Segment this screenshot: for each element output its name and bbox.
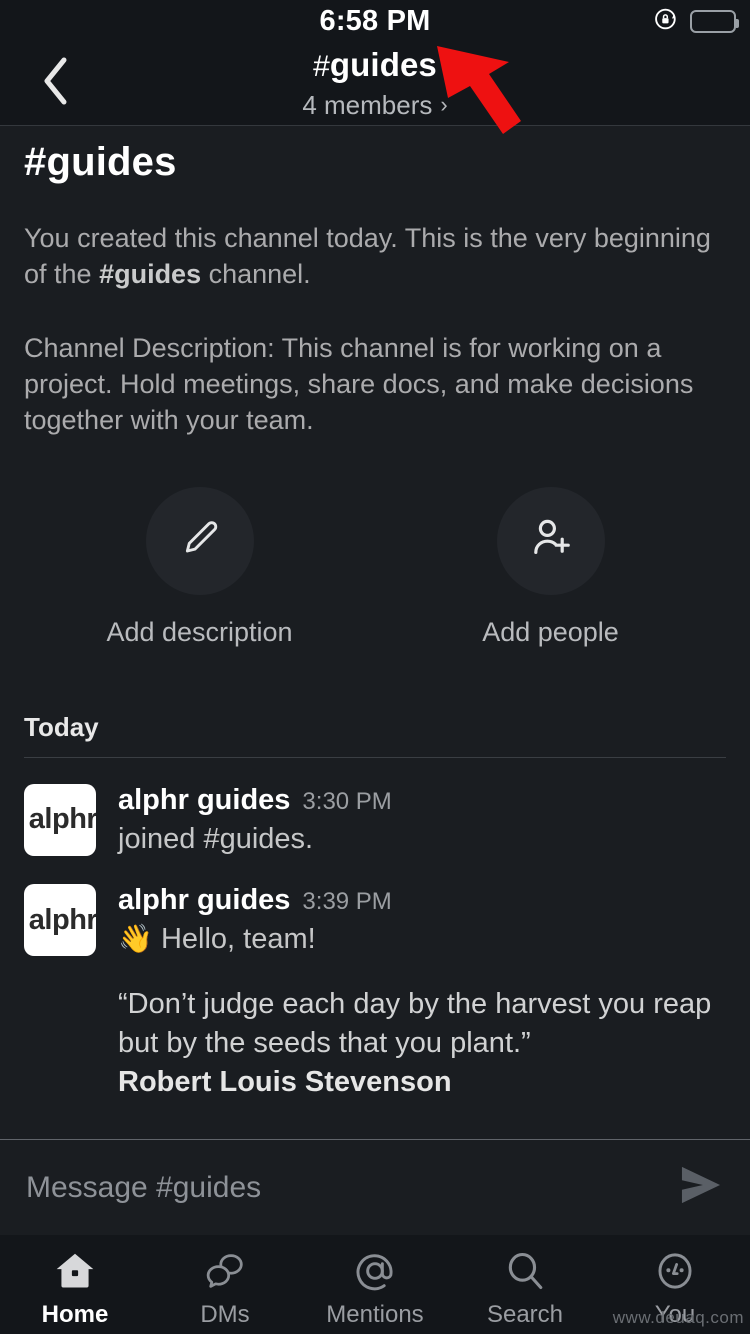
channel-title[interactable]: #guides <box>302 48 447 82</box>
nav-label-mentions: Mentions <box>326 1301 424 1328</box>
message-header: alphr guides 3:30 PM <box>118 784 726 817</box>
nav-label-dms: DMs <box>200 1301 250 1328</box>
members-count-label: 4 members <box>302 89 433 120</box>
intro-channel-mention: #guides <box>99 258 202 289</box>
home-icon <box>52 1247 98 1295</box>
message-text: 👋 Hello, team! <box>118 921 726 959</box>
intro-text-after: channel. <box>201 258 311 289</box>
slack-channel-screen: 6:58 PM #guides 4 members › #guides You … <box>0 0 750 1334</box>
channel-header: #guides 4 members › <box>0 42 750 126</box>
send-arrow-icon[interactable] <box>678 1165 724 1210</box>
message-quote: “Don’t judge each day by the harvest you… <box>118 985 726 1102</box>
channel-intro-heading: #guides <box>24 140 177 184</box>
message-timestamp: 3:39 PM <box>302 888 392 916</box>
message-input[interactable]: Message #guides <box>26 1171 678 1205</box>
nav-item-dms[interactable]: DMs <box>150 1247 300 1329</box>
avatar-text: alphr <box>28 903 96 936</box>
dms-icon <box>202 1247 248 1295</box>
channel-header-center[interactable]: #guides 4 members › <box>302 48 447 118</box>
add-description-button[interactable]: Add description <box>24 486 375 648</box>
rotation-lock-icon <box>652 5 680 38</box>
add-description-label: Add description <box>106 616 293 647</box>
add-person-icon <box>527 514 575 567</box>
wave-emoji: 👋 <box>118 923 153 955</box>
avatar[interactable]: alphr <box>24 884 96 957</box>
channel-description-paragraph: Channel Description: This channel is for… <box>24 332 694 435</box>
pencil-icon <box>177 515 223 566</box>
message-greeting-text: Hello, team! <box>160 923 316 956</box>
message-row[interactable]: alphr alphr guides 3:39 PM 👋 Hello, team… <box>24 884 726 1102</box>
message-text: joined #guides. <box>118 822 314 855</box>
avatar-text: alphr <box>28 803 96 836</box>
add-description-circle <box>145 486 254 595</box>
hash-symbol: # <box>313 49 330 83</box>
add-people-button[interactable]: Add people <box>375 486 726 648</box>
quote-author: Robert Louis Stevenson <box>118 1066 452 1099</box>
channel-intro-paragraph-1: You created this channel today. This is … <box>24 221 726 293</box>
message-body: alphr guides 3:39 PM 👋 Hello, team! “Don… <box>118 884 726 1102</box>
status-bar-icons <box>652 0 739 42</box>
members-row[interactable]: 4 members › <box>302 92 447 118</box>
date-divider-label: Today <box>24 711 99 742</box>
chevron-right-icon: › <box>440 91 448 117</box>
message-header: alphr guides 3:39 PM <box>118 884 726 917</box>
channel-content: #guides You created this channel today. … <box>0 126 750 1139</box>
message-timestamp: 3:30 PM <box>302 787 392 815</box>
message-username[interactable]: alphr guides <box>118 784 290 817</box>
message-row[interactable]: alphr alphr guides 3:30 PM joined #guide… <box>24 783 726 859</box>
nav-label-home: Home <box>41 1301 109 1328</box>
nav-item-search[interactable]: Search <box>450 1247 600 1329</box>
quote-line-1: “Don’t judge each day by the harvest you… <box>118 987 712 1020</box>
channel-title-text: guides <box>329 45 437 83</box>
date-divider: Today <box>24 712 726 758</box>
message-composer[interactable]: Message #guides <box>0 1139 750 1235</box>
nav-label-search: Search <box>486 1301 564 1328</box>
you-icon <box>652 1247 698 1295</box>
battery-full-icon <box>690 9 739 33</box>
bottom-navigation: Home DMs Mentions Search You www.deuaq.c… <box>0 1235 750 1334</box>
nav-item-mentions[interactable]: Mentions <box>300 1247 450 1329</box>
site-watermark: www.deuaq.com <box>612 1308 744 1327</box>
status-bar: 6:58 PM <box>0 0 750 42</box>
add-people-label: Add people <box>482 616 619 647</box>
date-divider-rule <box>24 756 726 758</box>
back-button[interactable] <box>28 56 84 112</box>
quote-line-2: but by the seeds that you plant.” <box>118 1027 531 1060</box>
avatar[interactable]: alphr <box>24 783 96 856</box>
chevron-left-icon <box>39 55 73 112</box>
nav-item-home[interactable]: Home <box>0 1247 150 1329</box>
mentions-icon <box>352 1247 398 1295</box>
add-people-circle <box>496 486 605 595</box>
search-icon <box>502 1247 548 1295</box>
status-bar-clock: 6:58 PM <box>319 4 431 37</box>
message-username[interactable]: alphr guides <box>118 884 290 917</box>
message-body: alphr guides 3:30 PM joined #guides. <box>118 784 726 859</box>
channel-action-buttons: Add description Add people <box>24 486 726 648</box>
